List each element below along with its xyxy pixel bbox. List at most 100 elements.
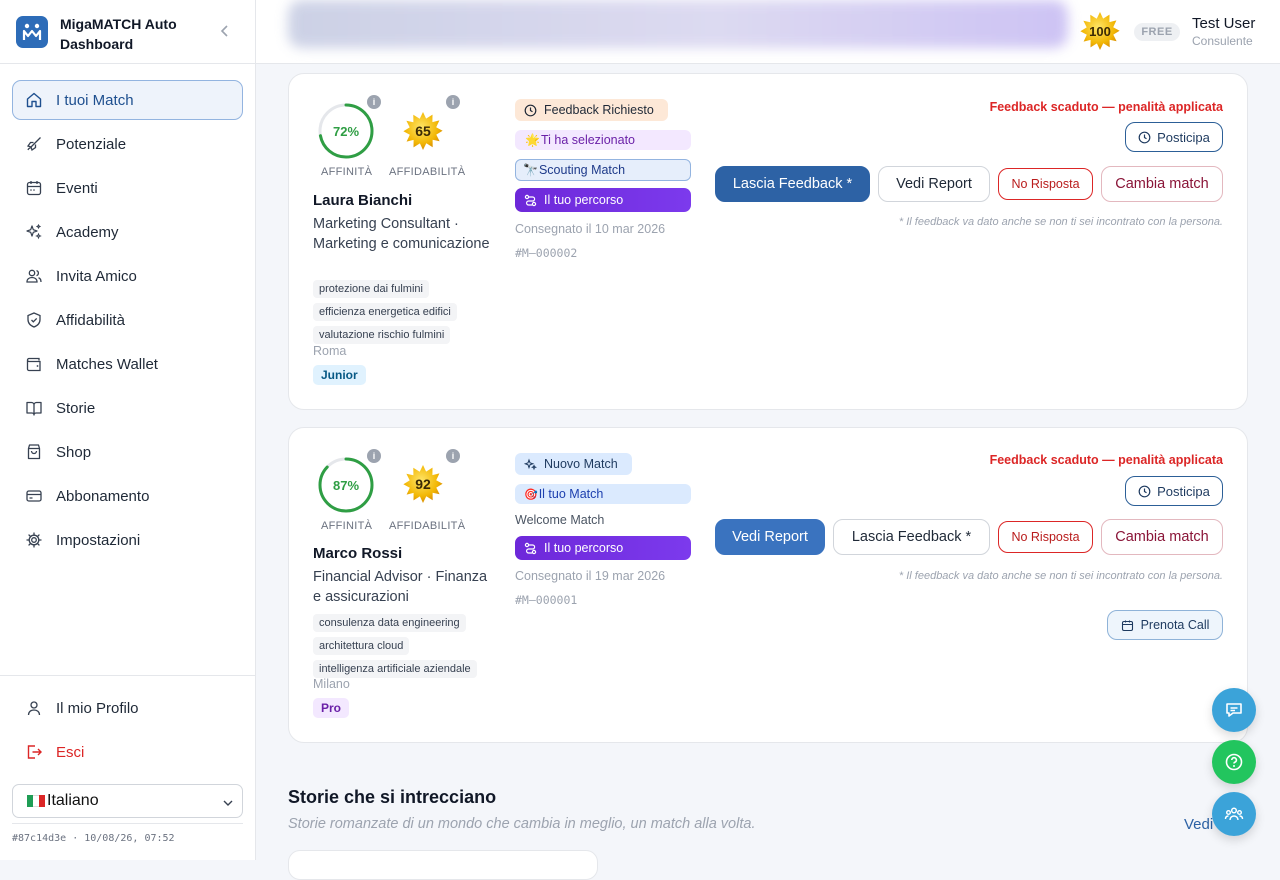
- reliability-badge: 92: [403, 464, 443, 504]
- no-response-button[interactable]: No Risposta: [998, 521, 1093, 553]
- sidebar-item-academy[interactable]: Academy: [12, 212, 243, 252]
- postpone-label: Posticipa: [1157, 483, 1210, 499]
- target-icon: 🎯: [524, 488, 538, 501]
- match-card: 72% i AFFINITÀ 65 i AFFIDABILITÀ Laura B…: [288, 73, 1248, 410]
- change-match-button[interactable]: Cambia match: [1101, 166, 1223, 202]
- sidebar-item-abbonamento[interactable]: Abbonamento: [12, 476, 243, 516]
- star-icon: 🌟: [525, 133, 540, 147]
- app-logo-icon: [16, 16, 48, 48]
- sidebar-item-label: Invita Amico: [56, 267, 137, 285]
- sidebar-item-invita-amico[interactable]: Invita Amico: [12, 256, 243, 296]
- app-name: MigaMATCH Auto Dashboard: [60, 16, 177, 52]
- change-match-button[interactable]: Cambia match: [1101, 519, 1223, 555]
- user-name[interactable]: Test User: [1192, 15, 1255, 32]
- badge-label: Il tuo percorso: [544, 193, 624, 207]
- tag: valutazione rischio fulmini: [313, 326, 451, 344]
- reliability-value: 92: [415, 476, 431, 492]
- chat-button[interactable]: [1212, 688, 1256, 732]
- your-match-badge: 🎯 Il tuo Match: [515, 484, 691, 504]
- sidebar-item-matches-wallet[interactable]: Matches Wallet: [12, 344, 243, 384]
- sidebar-item-label: Abbonamento: [56, 487, 150, 505]
- top-header: 100 FREE Test User Consulente: [256, 0, 1280, 64]
- postpone-label: Posticipa: [1157, 129, 1210, 145]
- city: Milano: [313, 677, 350, 691]
- badge-label: Scouting Match: [538, 163, 626, 177]
- plan-badge: FREE: [1134, 23, 1180, 41]
- book-call-button[interactable]: Prenota Call: [1107, 610, 1223, 640]
- language-value: Italiano: [47, 792, 99, 809]
- reliability-label: AFFIDABILITÀ: [389, 520, 466, 532]
- sidebar-item-affidabilita[interactable]: Affidabilità: [12, 300, 243, 340]
- selected-badge: 🌟 Ti ha selezionato: [515, 130, 691, 150]
- match-role: Marketing Consultant · Marketing e comun…: [313, 216, 490, 252]
- route-icon: [524, 194, 537, 206]
- brand[interactable]: MigaMATCH Auto Dashboard: [16, 14, 246, 54]
- postpone-button[interactable]: Posticipa: [1125, 476, 1223, 506]
- info-icon[interactable]: i: [367, 449, 381, 463]
- sidebar-item-shop[interactable]: Shop: [12, 432, 243, 472]
- clock-icon: [1138, 485, 1151, 497]
- affinity-label: AFFINITÀ: [321, 166, 373, 178]
- sparkles-icon: [524, 458, 537, 470]
- calendar-icon: [1121, 620, 1133, 631]
- chat-icon: [1226, 703, 1242, 717]
- blurred-banner: [288, 0, 1068, 48]
- community-button[interactable]: [1212, 792, 1256, 836]
- clock-icon: [524, 104, 537, 116]
- build-info: #87c14d3e · 10/08/26, 07:52: [12, 833, 175, 844]
- sidebar-item-label: Impostazioni: [56, 531, 141, 549]
- help-button[interactable]: [1212, 740, 1256, 784]
- tag: protezione dai fulmini: [313, 280, 429, 298]
- sidebar-item-label: Potenziale: [56, 135, 127, 153]
- sidebar-item-label: Shop: [56, 443, 92, 461]
- affinity-label: AFFINITÀ: [321, 520, 373, 532]
- path-badge[interactable]: Il tuo percorso: [515, 536, 691, 560]
- sidebar-item-label: Affidabilità: [56, 311, 125, 329]
- gear-icon: [26, 532, 42, 548]
- wallet-icon: [26, 357, 41, 372]
- sidebar-item-potenziale[interactable]: Potenziale: [12, 124, 243, 164]
- leave-feedback-button[interactable]: Lascia Feedback *: [833, 519, 990, 555]
- welcome-match: Welcome Match: [515, 513, 605, 527]
- main-nav: I tuoi Match Potenziale Eventi Academy I…: [12, 80, 243, 564]
- divider: [0, 675, 255, 676]
- divider: [12, 823, 243, 824]
- collapse-sidebar-icon[interactable]: [218, 24, 232, 38]
- sidebar-item-label: Il mio Profilo: [56, 699, 139, 717]
- tag-list: protezione dai fulmini efficienza energe…: [313, 279, 503, 348]
- view-report-button[interactable]: Vedi Report: [715, 519, 825, 555]
- sidebar-item-eventi[interactable]: Eventi: [12, 168, 243, 208]
- sidebar-item-matches[interactable]: I tuoi Match: [12, 80, 243, 120]
- language-select[interactable]: Italiano: [12, 784, 243, 818]
- path-badge[interactable]: Il tuo percorso: [515, 188, 691, 212]
- match-card: 87% i AFFINITÀ 92 i AFFIDABILITÀ Marco R…: [288, 427, 1248, 743]
- sidebar-item-label: Eventi: [56, 179, 98, 197]
- info-icon[interactable]: i: [367, 95, 381, 109]
- clock-icon: [1138, 131, 1151, 143]
- sparkles-icon: [26, 223, 42, 240]
- credit-card-icon: [26, 490, 42, 502]
- affinity-value: 72%: [332, 123, 360, 139]
- city: Roma: [313, 344, 347, 358]
- feedback-warning: Feedback scaduto — penalità applicata: [989, 100, 1223, 114]
- match-name: Marco Rossi: [313, 545, 403, 562]
- tag-list: consulenza data engineering architettura…: [313, 613, 503, 682]
- leave-feedback-button[interactable]: Lascia Feedback *: [715, 166, 870, 202]
- footer-nav: Il mio Profilo Esci: [12, 688, 243, 776]
- view-report-button[interactable]: Vedi Report: [878, 166, 990, 202]
- info-icon[interactable]: i: [446, 95, 460, 109]
- sidebar-item-storie[interactable]: Storie: [12, 388, 243, 428]
- book-icon: [26, 401, 42, 416]
- home-icon: [26, 92, 42, 108]
- no-response-button[interactable]: No Risposta: [998, 168, 1093, 200]
- story-card[interactable]: [288, 850, 598, 880]
- stories-see-all-link[interactable]: Vedi: [1184, 816, 1213, 833]
- logout-button[interactable]: Esci: [12, 732, 243, 772]
- info-icon[interactable]: i: [446, 449, 460, 463]
- score-badge[interactable]: 100: [1080, 11, 1120, 51]
- status-badge: Nuovo Match: [515, 453, 632, 475]
- sidebar-item-impostazioni[interactable]: Impostazioni: [12, 520, 243, 560]
- postpone-button[interactable]: Posticipa: [1125, 122, 1223, 152]
- sidebar-item-profile[interactable]: Il mio Profilo: [12, 688, 243, 728]
- logout-label: Esci: [56, 743, 85, 761]
